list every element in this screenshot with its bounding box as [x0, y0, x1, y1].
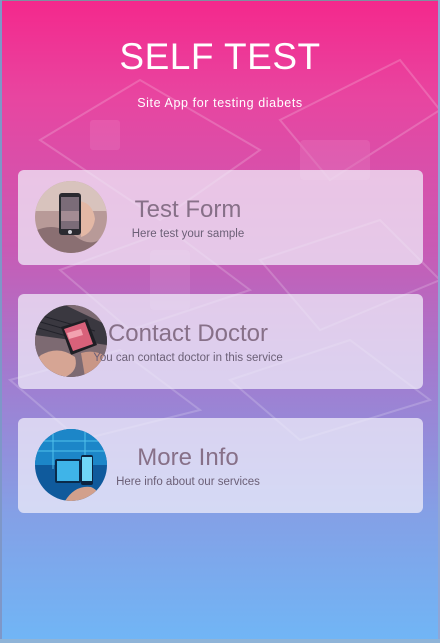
test-form-title: Test Form — [134, 196, 242, 223]
test-form-description: Here test your sample — [131, 228, 245, 240]
frame-bottom-border — [0, 639, 440, 643]
page-subtitle: Site App for testing diabets — [137, 96, 303, 110]
contact-doctor-card[interactable]: Contact Doctor You can contact doctor in… — [18, 294, 423, 389]
contact-doctor-title: Contact Doctor — [107, 320, 269, 347]
more-info-card[interactable]: More Info Here info about our services — [18, 418, 423, 513]
more-info-description: Here info about our services — [116, 476, 260, 488]
contact-doctor-description: You can contact doctor in this service — [93, 352, 283, 364]
frame-top-border — [0, 0, 440, 1]
test-form-card[interactable]: Test Form Here test your sample — [18, 170, 423, 265]
more-info-title: More Info — [137, 444, 239, 471]
app-screen: SELF TEST Site App for testing diabets T… — [0, 0, 440, 643]
page-title: SELF TEST — [119, 36, 321, 77]
